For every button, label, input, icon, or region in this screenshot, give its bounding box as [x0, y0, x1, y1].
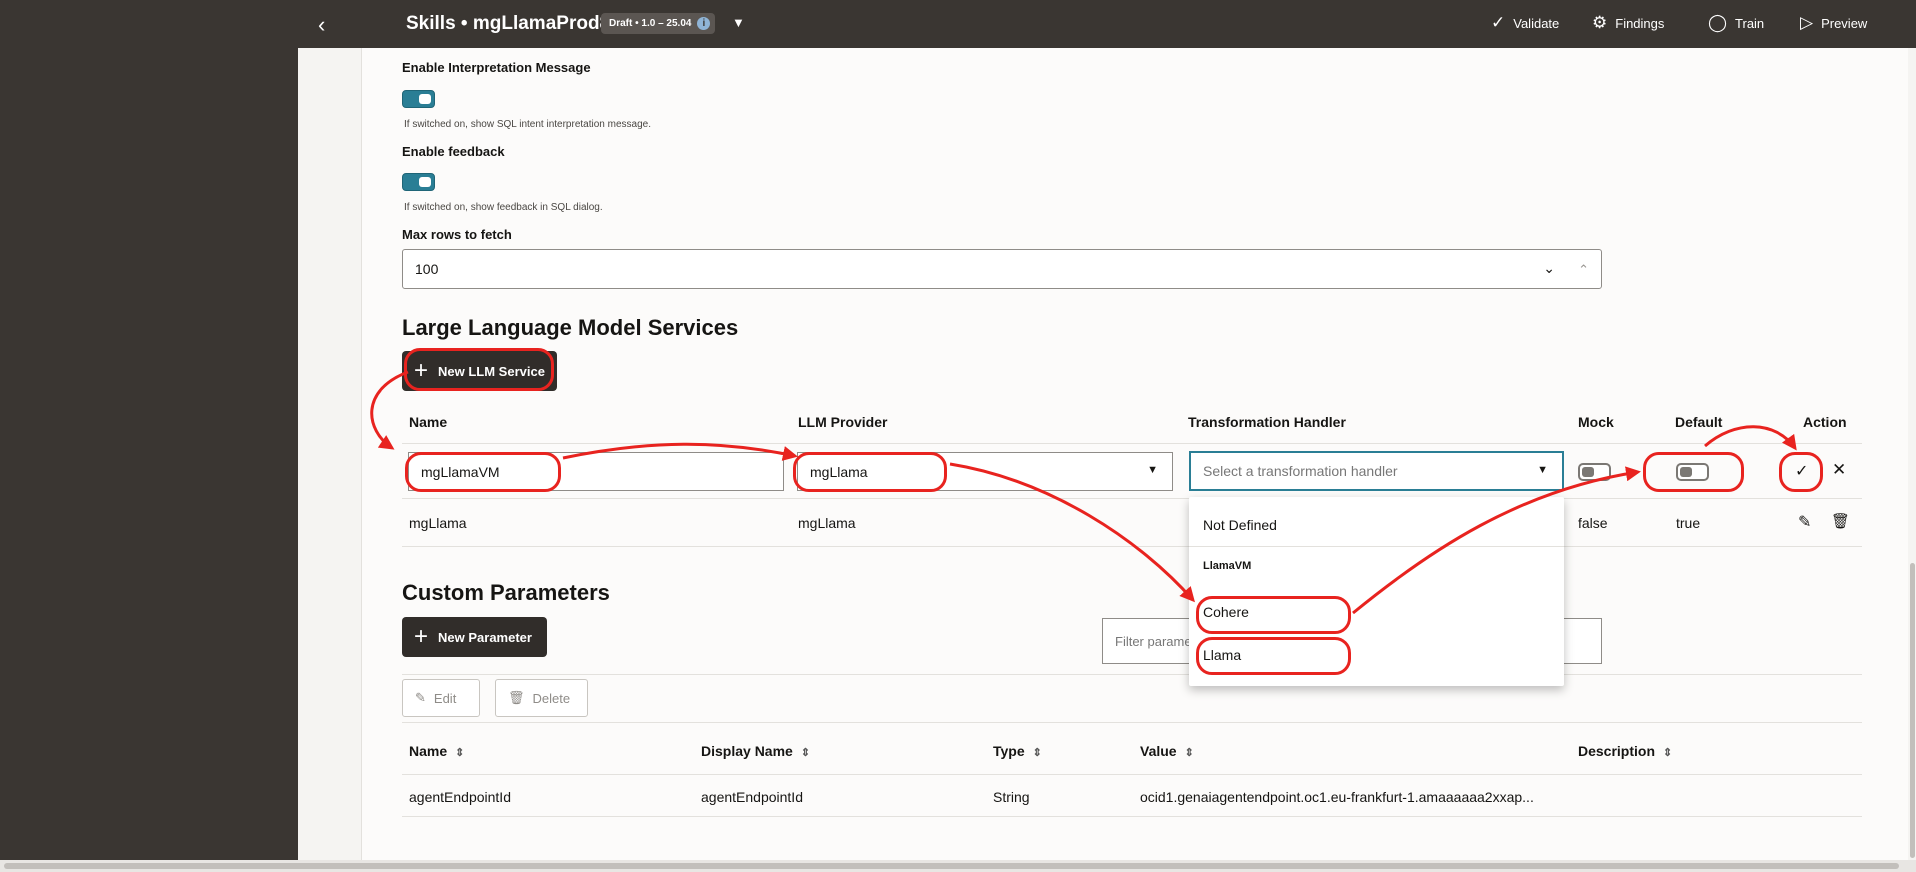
- transformation-handler-select[interactable]: Select a transformation handler ▼: [1189, 451, 1564, 491]
- mock-toggle[interactable]: [1578, 463, 1611, 481]
- vertical-scrollbar[interactable]: [1908, 48, 1916, 860]
- divider: [402, 443, 1862, 444]
- divider: [402, 816, 1862, 817]
- col-llm-provider: LLM Provider: [798, 414, 888, 430]
- validate-button[interactable]: ✓ Validate: [1491, 13, 1559, 33]
- bug-icon: ⚙: [1592, 13, 1608, 32]
- row-provider: mgLlama: [798, 515, 856, 531]
- feedback-label: Enable feedback: [402, 144, 505, 159]
- max-rows-value: 100: [415, 261, 439, 277]
- edit-icon[interactable]: ✎: [1798, 512, 1811, 532]
- edit-button[interactable]: ✎ Edit: [402, 679, 480, 717]
- preview-button[interactable]: ▷ Preview: [1800, 13, 1867, 33]
- param-col-description[interactable]: Description ⇕: [1578, 743, 1672, 759]
- param-row-name: agentEndpointId: [409, 789, 511, 805]
- param-col-display-name[interactable]: Display Name ⇕: [701, 743, 810, 759]
- sort-icon[interactable]: ⇕: [455, 747, 464, 759]
- divider: [402, 546, 1862, 547]
- col-mock: Mock: [1578, 414, 1614, 430]
- interpretation-toggle[interactable]: [402, 90, 435, 108]
- divider: [402, 498, 1862, 499]
- checkmark-icon: ✓: [1491, 13, 1506, 32]
- divider: [402, 722, 1862, 723]
- col-name: Name: [409, 414, 448, 430]
- annotation-highlight: [1196, 596, 1351, 634]
- version-badge: Draft • 1.0 – 25.04 i: [601, 13, 716, 34]
- annotation-highlight: [405, 452, 561, 492]
- plus-icon: +: [414, 623, 429, 650]
- chevron-up-icon[interactable]: ⌃: [1578, 262, 1589, 278]
- sort-icon[interactable]: ⇕: [801, 747, 810, 759]
- feedback-toggle[interactable]: [402, 173, 435, 191]
- col-transformation-handler: Transformation Handler: [1188, 414, 1346, 430]
- scroll-thumb[interactable]: [4, 863, 1899, 869]
- col-action: Action: [1803, 414, 1847, 430]
- row-name: mgLlama: [409, 515, 467, 531]
- trash-icon[interactable]: 🗑: [1831, 512, 1850, 530]
- info-icon[interactable]: i: [697, 17, 711, 30]
- col-default: Default: [1675, 414, 1723, 430]
- param-row-type: String: [993, 789, 1030, 805]
- play-icon: ▷: [1800, 13, 1814, 32]
- chevron-down-icon[interactable]: ▼: [1147, 464, 1158, 476]
- param-col-name[interactable]: Name ⇕: [409, 743, 464, 759]
- annotation-highlight: [1196, 637, 1351, 675]
- content-gutter: [298, 48, 362, 860]
- row-default: true: [1676, 515, 1701, 531]
- divider: [402, 674, 1862, 675]
- trash-icon: 🗑: [508, 690, 525, 705]
- close-icon[interactable]: ✕: [1832, 460, 1846, 480]
- max-rows-select[interactable]: 100 ⌄ ⌃: [402, 249, 1602, 289]
- param-col-type[interactable]: Type ⇕: [993, 743, 1042, 759]
- param-row-value: ocid1.genaiagentendpoint.oc1.eu-frankfur…: [1140, 789, 1534, 805]
- option-group-label: LlamaVM: [1203, 560, 1252, 572]
- sort-icon[interactable]: ⇕: [1663, 747, 1672, 759]
- pencil-icon: ✎: [415, 690, 426, 705]
- sort-icon[interactable]: ⇕: [1033, 747, 1042, 759]
- annotation-highlight: [793, 452, 947, 492]
- delete-button[interactable]: 🗑 Delete: [495, 679, 588, 717]
- new-parameter-button[interactable]: + New Parameter: [402, 617, 547, 657]
- divider: [402, 774, 1862, 775]
- custom-params-title: Custom Parameters: [402, 580, 610, 605]
- interpretation-label: Enable Interpretation Message: [402, 60, 591, 75]
- chevron-down-icon[interactable]: ▼: [1537, 464, 1548, 476]
- back-icon[interactable]: ‹: [318, 12, 325, 38]
- chevron-down-icon[interactable]: ⌄: [1543, 260, 1555, 277]
- row-mock: false: [1578, 515, 1608, 531]
- page-title: Skills • mgLlamaProd8: [406, 13, 611, 34]
- left-rail: [0, 0, 298, 872]
- chevron-down-icon[interactable]: ▼: [732, 15, 745, 30]
- annotation-highlight: [404, 348, 554, 391]
- max-rows-label: Max rows to fetch: [402, 227, 512, 242]
- feedback-help: If switched on, show feedback in SQL dia…: [404, 202, 603, 213]
- sort-icon[interactable]: ⇕: [1185, 747, 1194, 759]
- findings-button[interactable]: ⚙ Findings: [1592, 13, 1664, 33]
- param-col-value[interactable]: Value ⇕: [1140, 743, 1194, 759]
- lightbulb-icon: ◯: [1708, 13, 1728, 32]
- interpretation-help: If switched on, show SQL intent interpre…: [404, 119, 651, 130]
- horizontal-scrollbar[interactable]: [0, 860, 1916, 872]
- param-row-display-name: agentEndpointId: [701, 789, 803, 805]
- option-not-defined[interactable]: Not Defined: [1203, 517, 1277, 533]
- scroll-thumb[interactable]: [1910, 563, 1915, 858]
- annotation-highlight: [1779, 452, 1823, 492]
- llm-section-title: Large Language Model Services: [402, 315, 739, 340]
- app-header: ‹ Skills • mgLlamaProd8 Draft • 1.0 – 25…: [298, 0, 1916, 48]
- divider: [1189, 546, 1564, 547]
- annotation-highlight: [1643, 452, 1744, 492]
- train-button[interactable]: ◯ Train: [1708, 13, 1764, 33]
